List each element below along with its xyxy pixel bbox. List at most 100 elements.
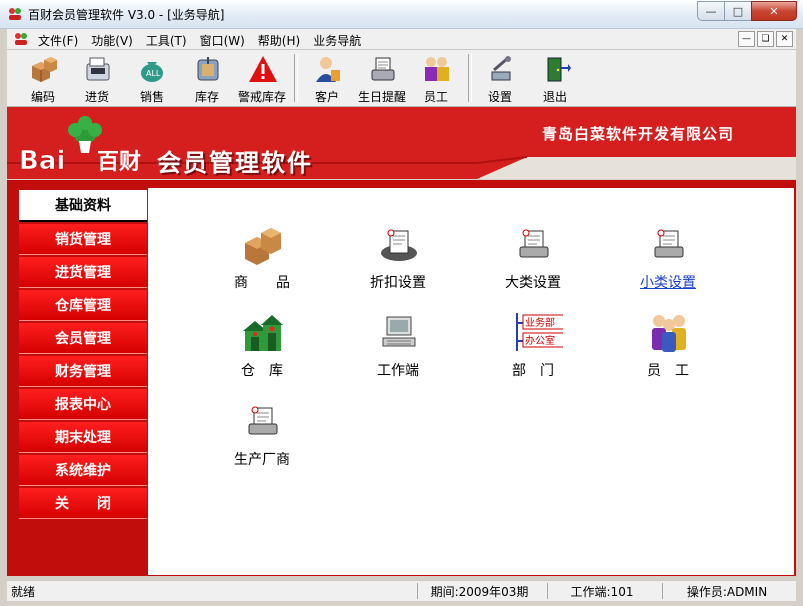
status-operator: 操作员:ADMIN	[662, 583, 787, 599]
company-logo: Bai 百财	[19, 116, 141, 175]
nav-item-manufacturer[interactable]: 生产厂商	[212, 400, 312, 480]
people-icon	[652, 315, 686, 352]
printer-form-icon	[381, 229, 417, 261]
printer-form-icon	[654, 229, 684, 258]
child-close-button[interactable]: ✕	[776, 31, 793, 47]
toolbar-label: 警戒库存	[237, 90, 286, 104]
nav-item-label: 员 工	[647, 363, 689, 379]
org-label-business: 业务部	[525, 316, 555, 329]
toolbar-label: 库存	[194, 90, 219, 104]
menu-help[interactable]: 帮助(H)	[258, 32, 300, 49]
nav-item-label: 仓 库	[241, 363, 283, 379]
document-icon[interactable]	[13, 31, 29, 47]
menu-business-nav[interactable]: 业务导航	[313, 32, 361, 49]
nav-item-staff[interactable]: 员 工	[618, 311, 718, 391]
minimize-button[interactable]: —	[697, 1, 725, 21]
toolbar: 编码 进货 ALL 销售 库存 警戒库存 客户 生日提醒 员工 设置 退出	[7, 50, 796, 107]
nav-item-goods[interactable]: 商 品	[212, 223, 312, 303]
menu-bar: 文件(F) 功能(V) 工具(T) 窗口(W) 帮助(H) 业务导航 — ❏ ✕	[7, 29, 796, 50]
nav-item-subcategory[interactable]: 小类设置	[618, 223, 718, 303]
window-title: 百财会员管理软件 V3.0 - [业务导航]	[28, 8, 225, 22]
menu-file[interactable]: 文件(F)	[38, 32, 78, 49]
sidebar-item-warehouse[interactable]: 仓库管理	[19, 290, 147, 321]
title-bar: 百财会员管理软件 V3.0 - [业务导航] — □ ✕	[0, 0, 803, 29]
svg-text:ALL: ALL	[146, 69, 161, 78]
nav-item-department[interactable]: 业务部 办公室 部 门	[483, 311, 583, 391]
nav-item-category[interactable]: 大类设置	[483, 223, 583, 303]
toolbar-purchase-button[interactable]: 进货	[70, 50, 124, 106]
nav-item-label: 折扣设置	[370, 275, 426, 291]
nav-item-label: 大类设置	[505, 275, 561, 291]
sidebar-item-basic-data[interactable]: 基础资料	[19, 190, 147, 222]
sidebar-item-reports[interactable]: 报表中心	[19, 389, 147, 420]
status-bar: 就绪 期间:2009年03期 工作端:101 操作员:ADMIN	[7, 580, 796, 601]
org-chart-icon: 业务部 办公室	[516, 313, 563, 351]
sidebar-item-system[interactable]: 系统维护	[19, 455, 147, 486]
toolbar-label: 进货	[84, 90, 109, 104]
nav-item-label: 部 门	[512, 363, 554, 379]
printer-form-icon	[371, 57, 395, 81]
toolbar-label: 设置	[487, 90, 512, 104]
svg-text:Bai: Bai	[19, 146, 65, 175]
nav-item-label: 工作端	[377, 363, 419, 379]
child-minimize-button[interactable]: —	[738, 31, 755, 47]
toolbar-label: 客户	[314, 90, 339, 104]
cash-register-icon	[86, 57, 110, 81]
money-bag-icon: ALL	[141, 62, 163, 82]
menu-window[interactable]: 窗口(W)	[200, 32, 245, 49]
warehouse-icon	[243, 315, 283, 351]
nav-item-label[interactable]: 小类设置	[618, 272, 718, 292]
nav-item-warehouse[interactable]: 仓 库	[212, 311, 312, 391]
app-name: 会员管理软件	[157, 149, 313, 177]
printer-form-icon	[248, 406, 278, 435]
sidebar-item-finance[interactable]: 财务管理	[19, 356, 147, 387]
sidebar-item-members[interactable]: 会员管理	[19, 323, 147, 354]
app-icon	[9, 8, 21, 20]
sidebar-item-close[interactable]: 关 闭	[19, 488, 147, 519]
toolbar-separator	[294, 54, 298, 102]
toolbar-label: 编码	[30, 90, 55, 104]
toolbar-settings-button[interactable]: 设置	[473, 50, 527, 106]
toolbar-label: 退出	[542, 90, 567, 104]
app-window: 百财会员管理软件 V3.0 - [业务导航] — □ ✕ 文件(F) 功能(V)…	[0, 0, 803, 606]
toolbar-exit-button[interactable]: 退出	[528, 50, 582, 106]
nav-item-label: 生产厂商	[234, 452, 290, 468]
org-label-office: 办公室	[525, 334, 555, 347]
toolbar-customer-button[interactable]: 客户	[300, 50, 354, 106]
nav-panel: 商 品 折扣设置 大类设置 小类设置 仓 库 工作端 业务部 办公室 部 门 员…	[148, 188, 794, 575]
toolbar-alert-stock-button[interactable]: 警戒库存	[235, 50, 289, 106]
toolbar-label: 员工	[423, 90, 448, 104]
printer-form-icon	[519, 229, 549, 258]
status-period: 期间:2009年03期	[417, 583, 537, 599]
status-ready: 就绪	[11, 584, 36, 599]
toolbar-sales-button[interactable]: ALL 销售	[125, 50, 179, 106]
staff-icon	[425, 57, 449, 81]
menu-tools[interactable]: 工具(T)	[146, 32, 187, 49]
tools-icon	[491, 56, 511, 81]
sidebar-item-period-end[interactable]: 期末处理	[19, 422, 147, 453]
company-name: 青岛白菜软件开发有限公司	[542, 125, 735, 143]
main-content: 基础资料 销货管理 进货管理 仓库管理 会员管理 财务管理 报表中心 期末处理 …	[7, 180, 796, 576]
status-workstation: 工作端:101	[547, 583, 652, 599]
toolbar-stock-button[interactable]: 库存	[180, 50, 234, 106]
child-restore-button[interactable]: ❏	[757, 31, 774, 47]
maximize-button[interactable]: □	[724, 1, 752, 21]
banner: Bai 百财 会员管理软件 青岛白菜软件开发有限公司	[7, 107, 796, 179]
toolbar-staff-button[interactable]: 员工	[409, 50, 463, 106]
boxes-icon	[32, 57, 57, 82]
boxes-icon	[245, 228, 281, 265]
svg-text:百财: 百财	[97, 150, 141, 175]
toolbar-birthday-button[interactable]: 生日提醒	[355, 50, 409, 106]
sidebar-item-sales[interactable]: 销货管理	[19, 224, 147, 255]
exit-door-icon	[547, 57, 571, 82]
nav-item-discount[interactable]: 折扣设置	[348, 223, 448, 303]
toolbar-code-button[interactable]: 编码	[16, 50, 70, 106]
menu-function[interactable]: 功能(V)	[91, 32, 133, 49]
computer-icon	[382, 316, 416, 347]
nav-item-label: 商 品	[234, 275, 290, 291]
toolbar-separator	[468, 54, 472, 102]
sidebar-item-purchase[interactable]: 进货管理	[19, 257, 147, 288]
nav-item-workstation[interactable]: 工作端	[348, 311, 448, 391]
warning-icon	[249, 56, 277, 82]
close-button[interactable]: ✕	[751, 1, 797, 21]
